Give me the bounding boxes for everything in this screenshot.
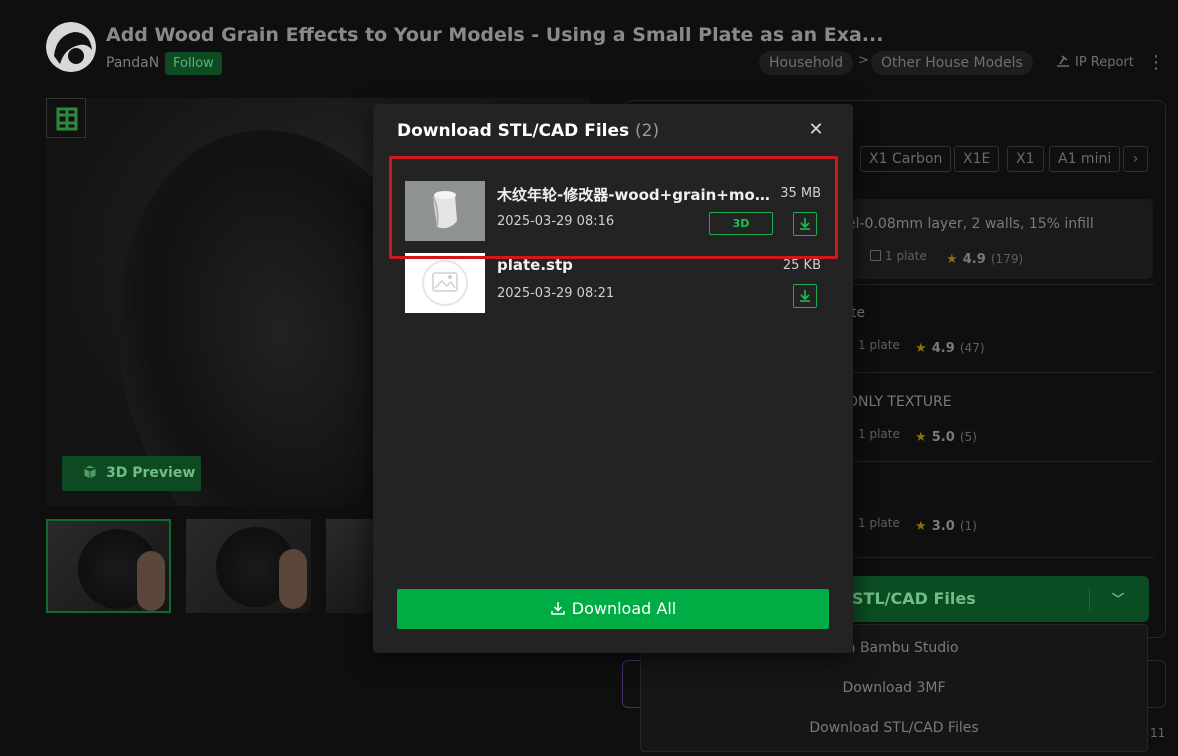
image-placeholder-icon (405, 253, 485, 313)
profile-card-selected[interactable] (836, 199, 1153, 279)
download-stl-cad-button[interactable]: STL/CAD Files ﹀ (836, 576, 1149, 622)
profile-plates-1: 1 plate (870, 249, 927, 263)
chevron-down-icon[interactable]: ﹀ (1112, 576, 1124, 622)
makerworld-logo-icon (46, 98, 86, 138)
3d-preview-button[interactable]: 3D Preview (62, 456, 201, 491)
gallery-thumb-1[interactable] (46, 519, 171, 613)
profile-plates-4: 1 plate (858, 516, 900, 530)
star-icon: ★ (946, 252, 958, 267)
chevron-right-icon[interactable]: › (1123, 146, 1148, 172)
profile-rating-4: ★ 3.0 (1) (915, 519, 977, 534)
stl-button-label: STL/CAD Files (852, 589, 976, 608)
ip-report-link[interactable]: IP Report (1055, 54, 1134, 70)
panda-avatar-icon (46, 22, 96, 72)
download-all-button[interactable]: Download All (397, 589, 829, 629)
printer-chip-x1-carbon[interactable]: X1 Carbon (860, 146, 952, 172)
plate-icon (870, 250, 881, 261)
star-icon: ★ (915, 519, 927, 534)
profile-plates-3: 1 plate (858, 427, 900, 441)
file-size: 25 KB (782, 258, 821, 273)
page-number: 11 (1150, 726, 1166, 740)
download-3mf-item[interactable]: Download 3MF (641, 680, 1147, 696)
gallery-thumb-2[interactable] (186, 519, 311, 613)
author-avatar[interactable] (46, 22, 96, 72)
model-title: Add Wood Grain Effects to Your Models - … (106, 24, 884, 46)
download-icon (551, 602, 565, 615)
author-name[interactable]: PandaN (106, 55, 159, 71)
highlight-box (389, 156, 838, 259)
printer-chip-x1e[interactable]: X1E (954, 146, 1000, 172)
close-icon[interactable]: ✕ (806, 120, 826, 140)
3d-preview-label: 3D Preview (106, 465, 196, 481)
breadcrumb-household[interactable]: Household (759, 51, 854, 75)
breadcrumb-other-house-models[interactable]: Other House Models (871, 51, 1033, 75)
printer-chip-x1[interactable]: X1 (1007, 146, 1044, 172)
more-options-icon[interactable]: ⋮ (1147, 52, 1165, 73)
gallery-thumb-3[interactable] (326, 519, 374, 613)
modal-title: Download STL/CAD Files (2) (397, 121, 659, 141)
modal-title-text: Download STL/CAD Files (397, 121, 630, 141)
follow-button[interactable]: Follow (165, 52, 222, 75)
profile-title-1: el-0.08mm layer, 2 walls, 15% infill (847, 216, 1094, 232)
profile-rating-3: ★ 5.0 (5) (915, 430, 977, 445)
profile-title-3: ONLY TEXTURE (847, 394, 952, 410)
profile-title-2: te (851, 305, 866, 321)
profile-plates-2: 1 plate (858, 338, 900, 352)
star-icon: ★ (915, 430, 927, 445)
star-icon: ★ (915, 341, 927, 356)
download-all-label: Download All (571, 599, 677, 618)
download-stl-cad-item[interactable]: Download STL/CAD Files (641, 720, 1147, 736)
divider (836, 284, 1154, 285)
ip-report-label: IP Report (1075, 55, 1134, 70)
gavel-icon (1057, 55, 1069, 67)
file-row[interactable]: plate.stp 2025-03-29 08:21 25 KB (397, 250, 829, 316)
download-icon[interactable] (793, 284, 817, 308)
side-card-left (622, 660, 640, 708)
divider (836, 372, 1154, 373)
file-date: 2025-03-29 08:21 (497, 286, 615, 301)
modal-file-count: (2) (635, 121, 660, 141)
breadcrumb-separator: > (858, 53, 869, 68)
cube-icon (83, 464, 97, 480)
divider (836, 557, 1154, 558)
divider (836, 461, 1154, 462)
profile-rating-2: ★ 4.9 (47) (915, 341, 985, 356)
profile-rating-1: ★ 4.9 (179) (946, 252, 1024, 267)
side-card-right (1148, 660, 1166, 708)
printer-chip-a1-mini[interactable]: A1 mini (1049, 146, 1121, 172)
